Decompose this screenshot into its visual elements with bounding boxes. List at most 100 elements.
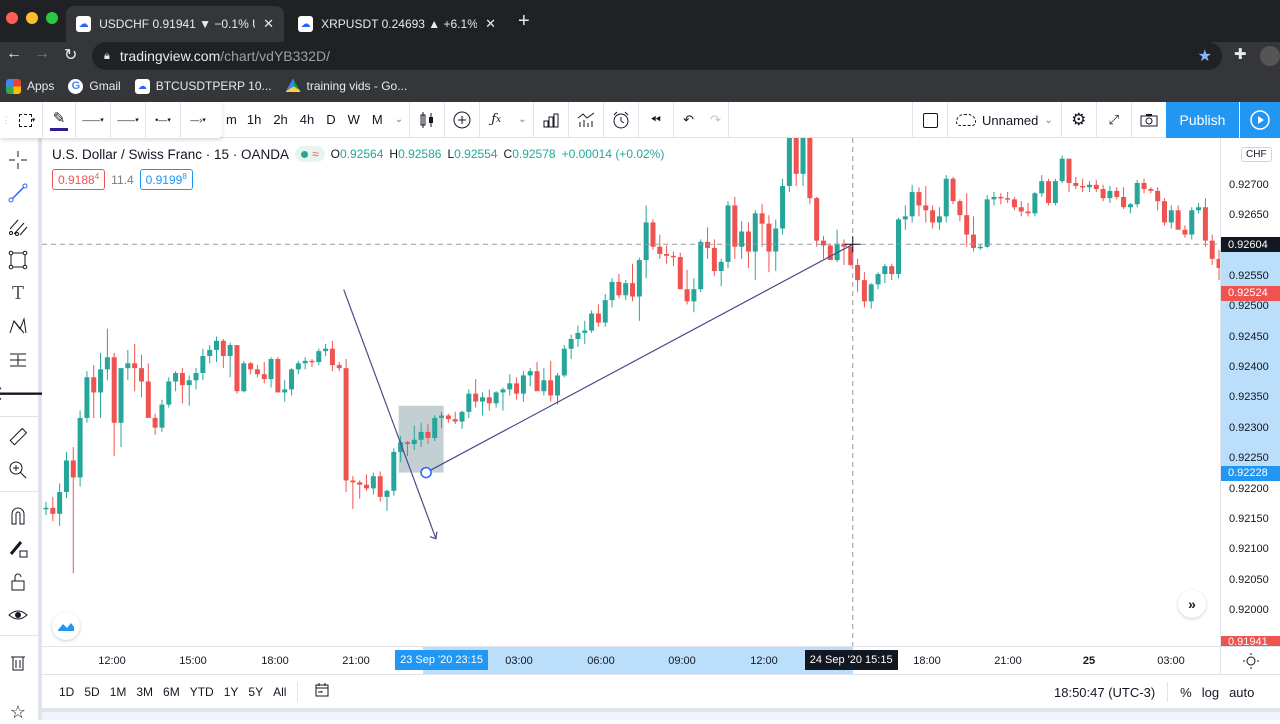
bookmark-gmail[interactable]: G Gmail <box>68 78 121 94</box>
templates-icon[interactable] <box>569 102 603 138</box>
candle <box>855 258 861 293</box>
interval-d[interactable]: D <box>320 102 341 138</box>
bookmark-training-vids[interactable]: training vids - Go... <box>285 78 407 94</box>
prediction-measure-tool-icon[interactable] <box>6 348 30 372</box>
profile-avatar[interactable] <box>1260 46 1280 66</box>
favorites-star-icon[interactable]: ☆ <box>6 700 30 724</box>
range-button-5y[interactable]: 5Y <box>243 685 268 699</box>
range-button-1y[interactable]: 1Y <box>219 685 244 699</box>
auto-scale-toggle[interactable]: auto <box>1229 685 1254 700</box>
candle <box>650 219 656 250</box>
candle <box>357 480 363 499</box>
cloud-outline-icon <box>956 114 976 126</box>
range-button-3m[interactable]: 3M <box>131 685 158 699</box>
time-scale[interactable]: 12:00 15:00 18:00 21:00 03:00 06:00 09:00 12:00… <box>42 646 1220 674</box>
indicators-dropdown-chevron-icon[interactable]: ⌄ <box>512 102 532 138</box>
forward-arrow-icon[interactable]: → <box>34 45 50 63</box>
interval-1h[interactable]: 1h <box>241 102 267 138</box>
financials-bars-icon[interactable] <box>534 102 568 138</box>
fullscreen-expand-icon[interactable]: ⤢ <box>1097 102 1131 138</box>
zoom-in-icon[interactable] <box>6 458 30 482</box>
alert-clock-icon[interactable] <box>604 102 638 138</box>
line-color-pencil-icon[interactable]: ✎ <box>43 102 75 138</box>
range-button-6m[interactable]: 6M <box>158 685 185 699</box>
publish-button[interactable]: Publish <box>1166 102 1239 138</box>
range-button-1m[interactable]: 1M <box>105 685 132 699</box>
magnet-icon[interactable] <box>6 504 30 528</box>
bookmark-btcusdtperp[interactable]: ☁ BTCUSDTPERP 10... <box>134 78 272 94</box>
bookmark-star-icon[interactable]: ★ <box>1198 46 1212 66</box>
browser-tab-usdchf[interactable]: ☁ USDCHF 0.91941 ▼ −0.1% Unn ✕ <box>66 6 284 42</box>
line-end-dropdown[interactable]: —› ▾ <box>181 102 215 138</box>
trend-line-tool-icon[interactable] <box>6 181 30 205</box>
scroll-to-realtime-icon[interactable]: » <box>1178 590 1206 618</box>
layout-name-dropdown[interactable]: Unnamed ⌄ <box>948 102 1061 138</box>
log-scale-toggle[interactable]: log <box>1202 685 1219 700</box>
extensions-puzzle-icon[interactable]: ✚ <box>1234 45 1247 63</box>
interval-4h[interactable]: 4h <box>294 102 320 138</box>
crosshair-cursor-icon[interactable] <box>6 148 30 172</box>
stay-in-drawing-mode-icon[interactable] <box>6 537 30 561</box>
market-status-pill[interactable]: ≈ <box>295 146 325 162</box>
chart-settings-sun-icon[interactable] <box>1220 646 1280 674</box>
fullscreen-checkbox-icon[interactable] <box>913 102 947 138</box>
line-width-dropdown[interactable]: —— ▾ <box>76 102 110 138</box>
time-tick-label: 21:00 <box>994 655 1022 667</box>
interval-w[interactable]: W <box>342 102 366 138</box>
range-button-1d[interactable]: 1D <box>54 685 79 699</box>
lock-drawings-icon[interactable] <box>6 570 30 594</box>
settings-gear-icon[interactable]: ⚙︎ <box>1062 102 1096 138</box>
range-button-5d[interactable]: 5D <box>79 685 104 699</box>
interval-dropdown-chevron-icon[interactable]: ⌄ <box>389 102 409 138</box>
compare-add-symbol-icon[interactable] <box>445 102 479 138</box>
drawing-drag-handle[interactable]: ⋮ <box>0 102 12 138</box>
percent-scale-toggle[interactable]: % <box>1180 685 1192 700</box>
bookmark-apps[interactable]: Apps <box>6 78 54 94</box>
close-tab-icon[interactable]: ✕ <box>263 16 274 32</box>
candlestick-chart[interactable] <box>42 138 1220 646</box>
range-button-all[interactable]: All <box>268 685 291 699</box>
snapshot-camera-icon[interactable] <box>1132 102 1166 138</box>
trend-line-anchor-handle[interactable] <box>420 466 432 479</box>
browser-tab-xrpusdt[interactable]: ☁ XRPUSDT 0.24693 ▲ +6.1% Un ✕ <box>288 6 506 42</box>
range-button-ytd[interactable]: YTD <box>185 685 219 699</box>
template-select-icon[interactable]: ▾ <box>12 102 42 138</box>
replay-rewind-icon[interactable]: ⏪︎ <box>639 102 673 138</box>
back-arrow-icon[interactable]: ← <box>6 45 22 63</box>
close-tab-icon[interactable]: ✕ <box>485 16 496 32</box>
rectangle-shape-tool-icon[interactable] <box>6 248 30 272</box>
redo-icon[interactable]: ↷ <box>704 102 728 138</box>
clock-timezone[interactable]: 18:50:47 (UTC-3) <box>1054 685 1155 700</box>
text-tool-icon[interactable]: T <box>6 281 30 305</box>
indicators-fx-icon[interactable]: ƒx <box>480 102 512 138</box>
ruler-measure-icon[interactable] <box>6 425 30 449</box>
currency-badge[interactable]: CHF <box>1241 147 1272 162</box>
sell-bid-button[interactable]: 0.91884 <box>52 169 106 190</box>
chart-pane[interactable]: U.S. Dollar / Swiss Franc · 15 · OANDA ≈… <box>42 138 1220 646</box>
undo-icon[interactable]: ↶ <box>674 102 704 138</box>
interval-m[interactable]: m <box>222 102 241 138</box>
candles-chart-type-icon[interactable] <box>410 102 444 138</box>
hide-drawings-eye-icon[interactable] <box>6 603 30 627</box>
interval-m-month[interactable]: M <box>366 102 389 138</box>
pitchfork-tool-icon[interactable] <box>6 215 30 239</box>
minimize-window-button[interactable] <box>26 12 38 24</box>
tradingview-logo-button[interactable] <box>52 612 80 640</box>
pattern-tool-icon[interactable] <box>6 314 30 338</box>
maximize-window-button[interactable] <box>46 12 58 24</box>
price-scale[interactable]: 0.92700 0.92650 0.92550 0.92500 0.92450 0.924… <box>1220 138 1280 646</box>
back-arrow-icon[interactable]: 🡐 <box>0 381 45 405</box>
new-tab-button[interactable]: + <box>518 10 530 33</box>
reload-icon[interactable]: ↻ <box>64 45 77 65</box>
line-start-dropdown[interactable]: •— ▾ <box>146 102 180 138</box>
buy-ask-button[interactable]: 0.91998 <box>139 169 193 190</box>
close-window-button[interactable] <box>6 12 18 24</box>
go-to-date-calendar-icon[interactable] <box>308 682 336 701</box>
line-style-dropdown[interactable]: —— ▾ <box>111 102 145 138</box>
interval-2h[interactable]: 2h <box>267 102 293 138</box>
url-bar[interactable]: 🔒︎ tradingview.com/chart/vdYB332D/ ★ <box>92 42 1222 70</box>
remove-drawings-trash-icon[interactable] <box>6 650 30 674</box>
publish-play-icon[interactable] <box>1240 102 1280 138</box>
candle <box>200 348 206 381</box>
symbol-title[interactable]: U.S. Dollar / Swiss Franc · 15 · OANDA <box>52 147 289 162</box>
